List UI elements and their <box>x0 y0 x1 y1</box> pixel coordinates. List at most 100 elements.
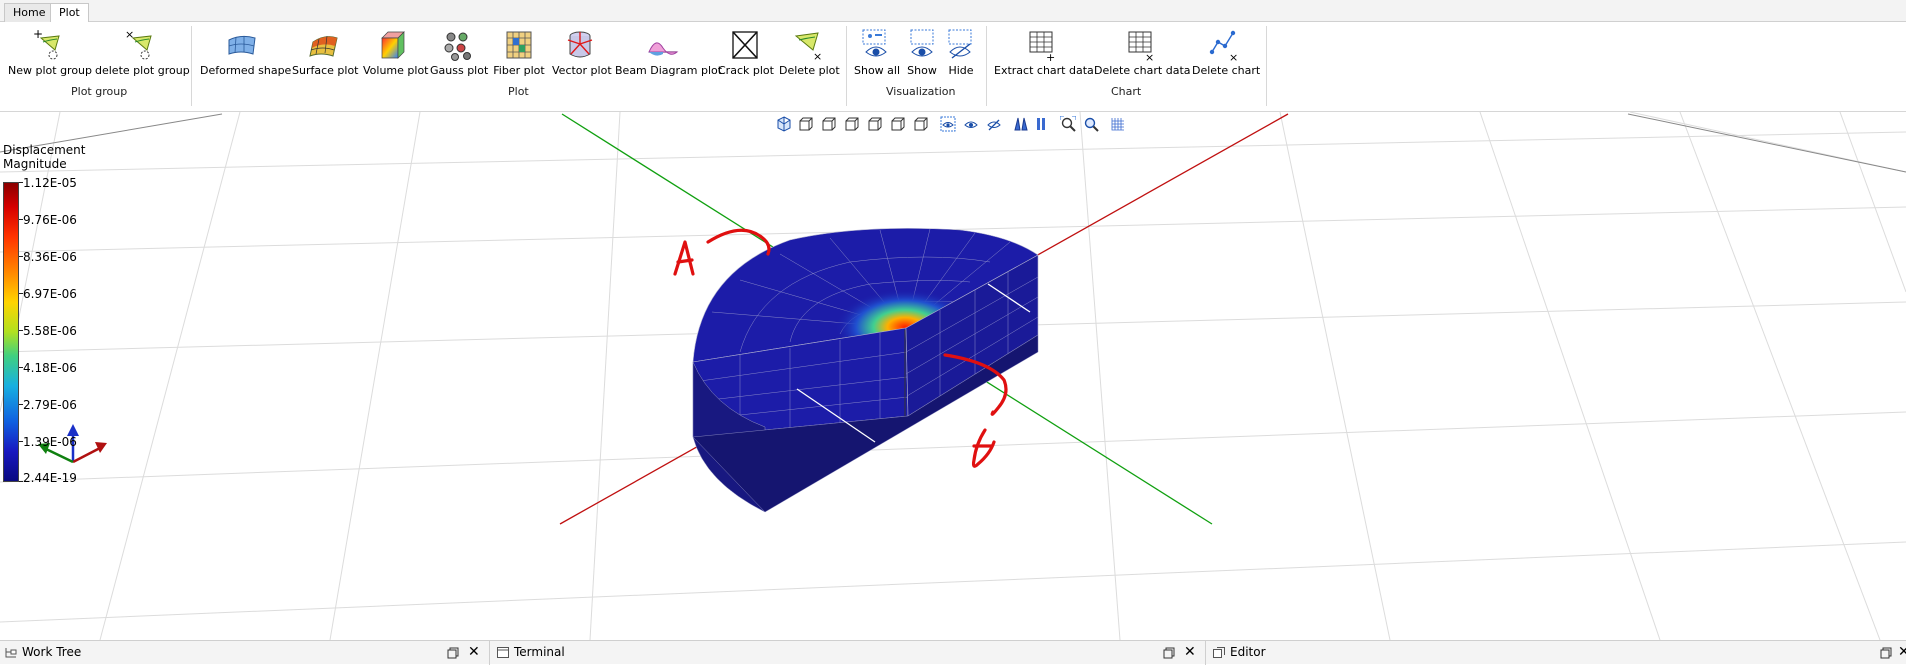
vector-plot-icon <box>567 31 593 58</box>
show-all-label: Show all <box>854 64 901 77</box>
close-panel-icon[interactable]: ✕ <box>1898 645 1906 659</box>
gauss-plot-icon <box>444 32 471 61</box>
svg-text:×: × <box>813 50 822 62</box>
show-view-icon[interactable] <box>963 116 979 132</box>
float-panel-icon[interactable] <box>1163 647 1175 659</box>
legend-title-line1: Displacement <box>3 143 86 157</box>
close-panel-icon[interactable]: ✕ <box>468 645 480 659</box>
delete-chart-label: Delete chart <box>1192 64 1261 77</box>
surface-plot-icon <box>309 35 338 57</box>
close-panel-icon[interactable]: ✕ <box>1184 645 1196 659</box>
bottom-dock: Work Tree ✕ Terminal ✕ Editor ✕ <box>0 640 1906 665</box>
legend-value: 8.36E-06 <box>23 250 77 264</box>
show-all-button[interactable]: Show all <box>854 28 900 77</box>
perspective-icon[interactable] <box>1013 116 1029 132</box>
volume-plot-button[interactable]: Volume plot <box>363 28 429 77</box>
delete-chart-data-icon: × <box>1128 31 1154 62</box>
hide-icon <box>948 29 972 59</box>
extract-chart-data-label: Extract chart data <box>994 64 1094 77</box>
chart-group-label: Chart <box>1111 85 1142 98</box>
delete-plot-group-button[interactable]: × delete plot group <box>95 28 190 77</box>
terminal-icon <box>497 647 509 658</box>
gauss-plot-label: Gauss plot <box>430 64 489 77</box>
view-bottom-icon[interactable] <box>913 116 929 132</box>
delete-plot-icon: × <box>794 32 822 62</box>
new-plot-group-label: New plot group <box>8 64 93 77</box>
ribbon: + New plot group × delete plot group Plo… <box>0 22 1906 112</box>
surface-plot-label: Surface plot <box>292 64 359 77</box>
delete-chart-button[interactable]: × Delete chart <box>1192 28 1261 77</box>
visualization-group-label: Visualization <box>886 85 956 98</box>
delete-plot-group-icon: × <box>125 28 152 60</box>
beam-diagram-plot-label: Beam Diagram plot <box>615 64 723 77</box>
ribbon-tab-bar: Home Plot <box>0 0 1906 23</box>
view-right-icon[interactable] <box>867 116 883 132</box>
legend-value: 2.44E-19 <box>23 471 77 485</box>
hide-label: Hide <box>948 64 974 77</box>
vector-plot-button[interactable]: Vector plot <box>552 28 612 77</box>
plot-group-label: Plot <box>508 85 529 98</box>
hide-view-icon[interactable] <box>986 116 1002 132</box>
view-front-icon[interactable] <box>798 116 814 132</box>
view-left-icon[interactable] <box>844 116 860 132</box>
legend-value: 2.79E-06 <box>23 398 77 412</box>
extract-chart-data-button[interactable]: + Extract chart data <box>994 28 1094 77</box>
show-icon <box>910 29 934 57</box>
delete-plot-group-label: delete plot group <box>95 64 190 77</box>
crack-plot-icon <box>732 31 758 59</box>
legend-value: 6.97E-06 <box>23 287 77 301</box>
show-all-icon <box>862 29 887 57</box>
legend-colorbar <box>3 182 19 482</box>
new-plot-group-icon: + <box>33 28 60 60</box>
surface-plot-button[interactable]: Surface plot <box>292 28 359 77</box>
delete-chart-data-button[interactable]: × Delete chart data <box>1094 28 1191 77</box>
delete-plot-button[interactable]: × Delete plot <box>779 28 840 77</box>
volume-plot-label: Volume plot <box>363 64 429 77</box>
work-tree-title: Work Tree <box>22 645 82 659</box>
work-tree-panel[interactable]: Work Tree ✕ <box>0 641 490 665</box>
grid-toggle-icon[interactable] <box>1110 116 1126 132</box>
legend-title-line2: Magnitude <box>3 157 67 171</box>
editor-panel[interactable]: Editor ✕ <box>1208 641 1906 665</box>
work-tree-icon <box>5 648 17 658</box>
tab-plot[interactable]: Plot <box>50 3 89 23</box>
float-panel-icon[interactable] <box>1880 647 1892 659</box>
terminal-panel[interactable]: Terminal ✕ <box>492 641 1206 665</box>
float-panel-icon[interactable] <box>447 647 459 659</box>
3d-viewport[interactable]: Displacement Magnitude 1.12E-05 9.76E-06… <box>0 112 1906 640</box>
zoom-fit-icon[interactable] <box>1060 116 1076 132</box>
show-button[interactable]: Show <box>906 28 938 77</box>
ribbon-separator <box>1266 26 1267 106</box>
beam-diagram-plot-icon <box>648 42 679 56</box>
deformed-shape-label: Deformed shape <box>200 64 292 77</box>
deformed-shape-button[interactable]: Deformed shape <box>200 28 292 77</box>
crack-plot-button[interactable]: Crack plot <box>718 28 774 77</box>
editor-icon <box>1213 647 1225 658</box>
legend-value: 9.76E-06 <box>23 213 77 227</box>
extract-chart-data-icon: + <box>1029 31 1055 62</box>
view-iso-icon[interactable] <box>776 116 792 132</box>
hide-button[interactable]: Hide <box>944 28 978 77</box>
svg-text:+: + <box>1046 51 1055 62</box>
gauss-plot-button[interactable]: Gauss plot <box>430 28 489 77</box>
zoom-icon[interactable] <box>1083 116 1099 132</box>
volume-plot-icon <box>381 31 405 59</box>
svg-text:×: × <box>125 28 134 41</box>
show-label: Show <box>907 64 937 77</box>
beam-diagram-plot-button[interactable]: Beam Diagram plot <box>615 28 723 77</box>
tab-home[interactable]: Home <box>4 3 55 22</box>
legend-value: 1.39E-06 <box>23 435 77 449</box>
legend-value: 5.58E-06 <box>23 324 77 338</box>
show-all-view-icon[interactable] <box>940 116 956 132</box>
fiber-plot-button[interactable]: Fiber plot <box>493 28 545 77</box>
legend-value: 4.18E-06 <box>23 361 77 375</box>
horizon-line-right <box>1627 113 1906 173</box>
view-top-icon[interactable] <box>890 116 906 132</box>
scene-canvas <box>0 112 1906 640</box>
crack-plot-label: Crack plot <box>718 64 774 77</box>
orthographic-icon[interactable] <box>1033 116 1049 132</box>
new-plot-group-button[interactable]: + New plot group <box>8 28 93 77</box>
plot-group-group-label: Plot group <box>71 85 128 98</box>
ribbon-separator <box>846 26 847 106</box>
view-back-icon[interactable] <box>821 116 837 132</box>
